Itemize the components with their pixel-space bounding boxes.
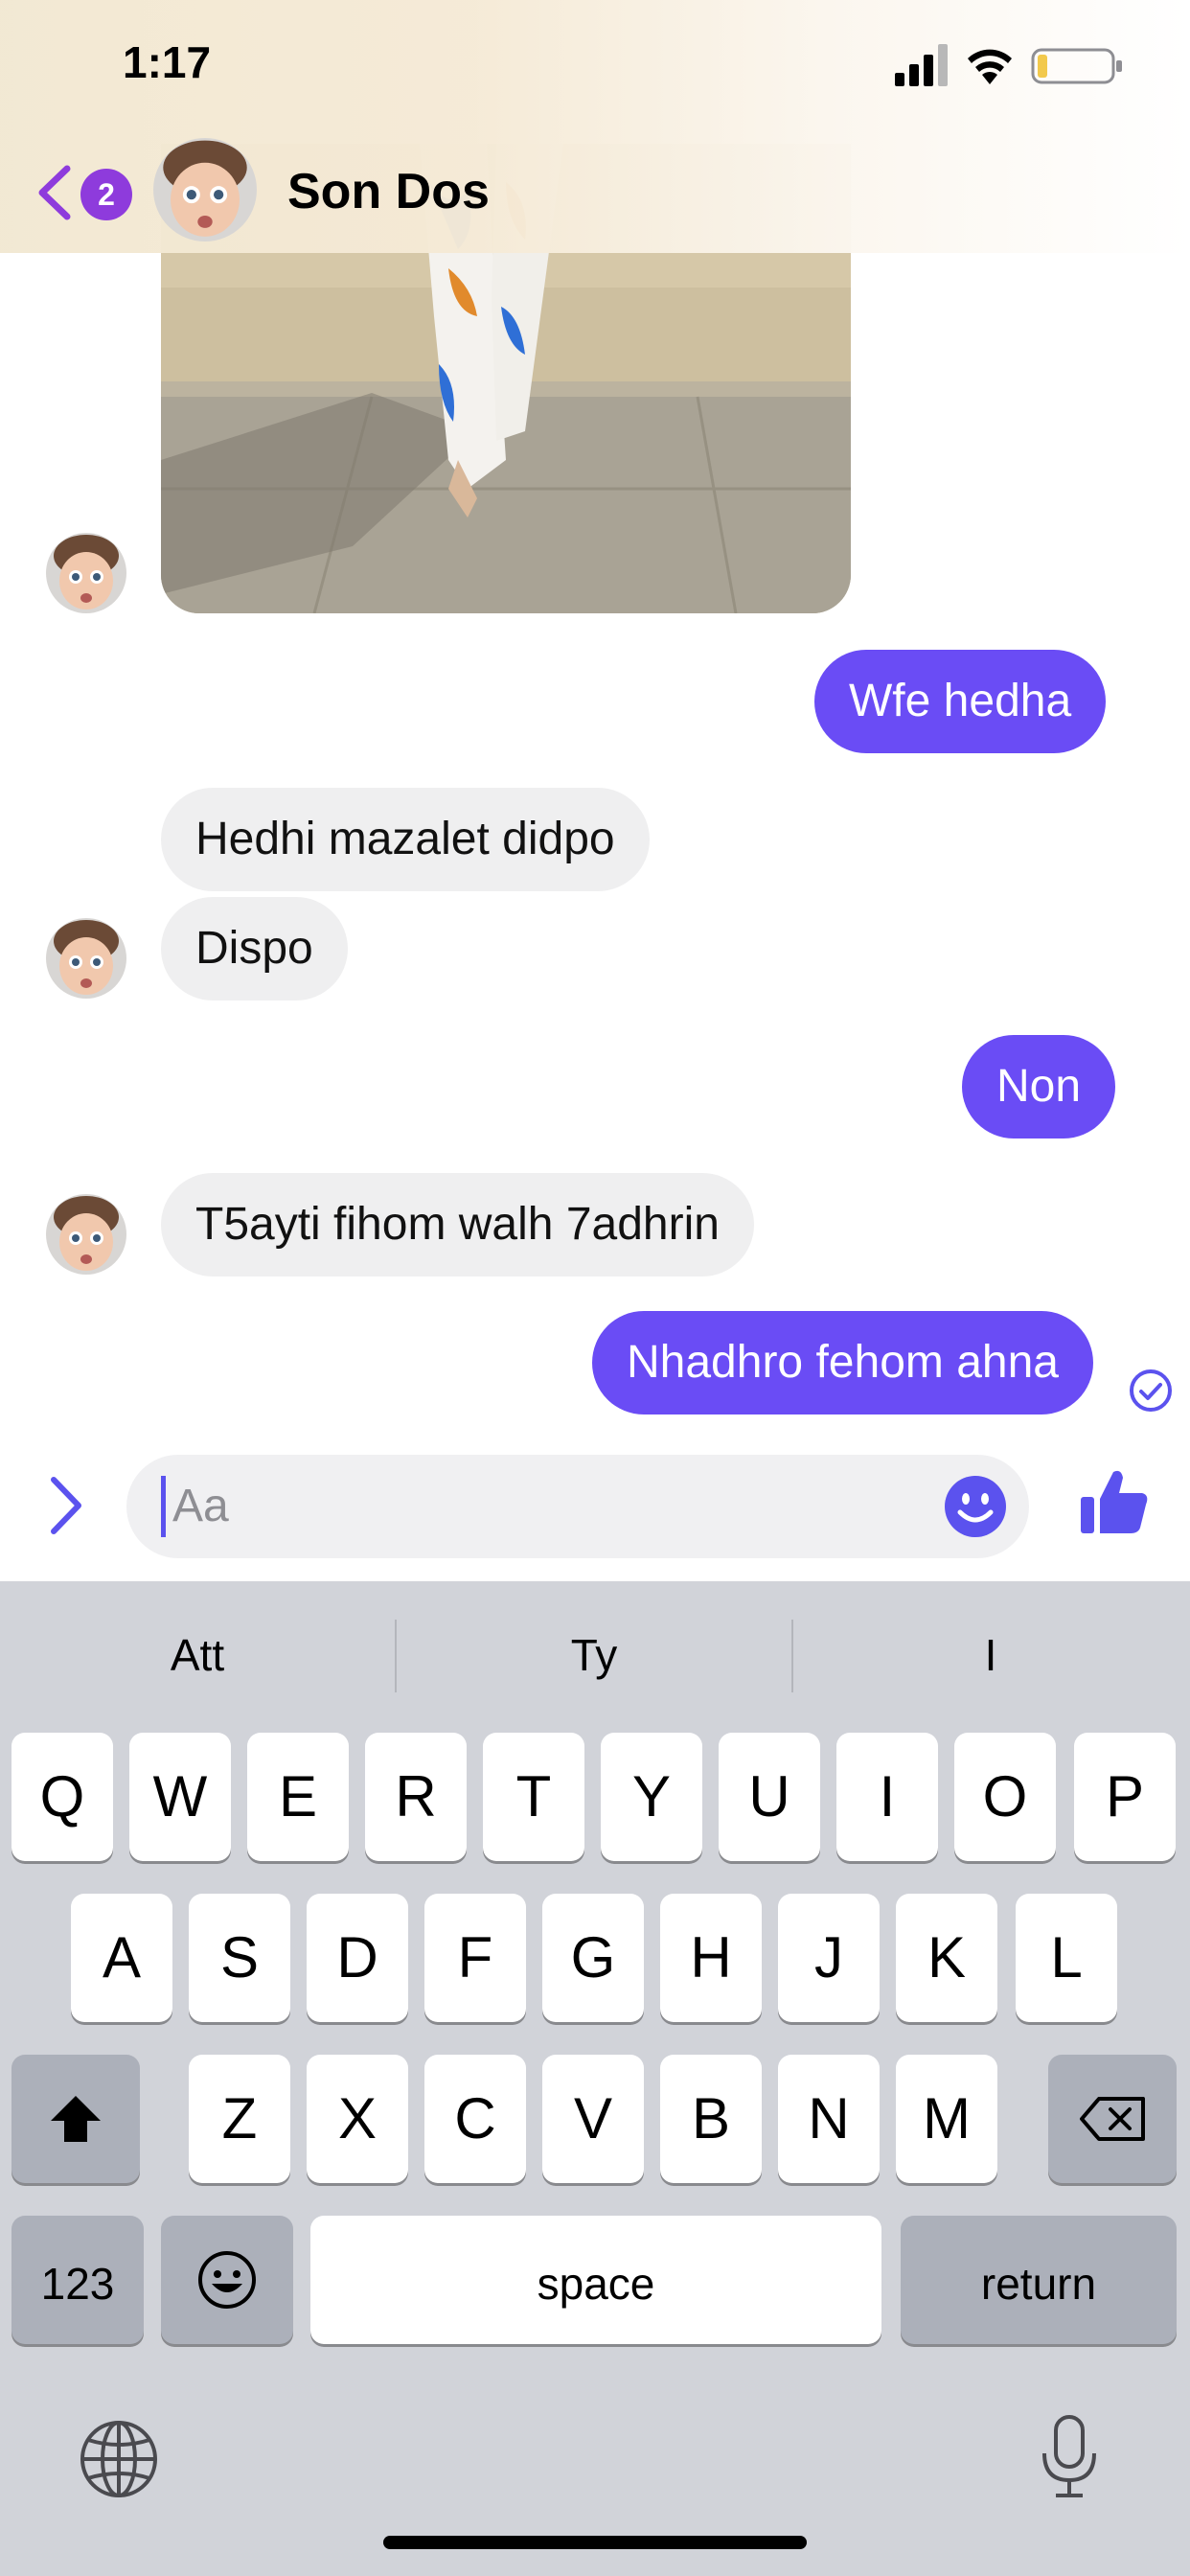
suggestion-item[interactable]: I — [793, 1620, 1188, 1690]
key-g[interactable]: G — [542, 1894, 644, 2022]
message-input[interactable]: Aa — [126, 1455, 1029, 1558]
battery-icon — [1031, 48, 1122, 84]
baby-avatar-image — [153, 138, 257, 242]
globe-icon[interactable] — [79, 2419, 159, 2499]
emoji-face-icon — [198, 2251, 256, 2309]
status-time: 1:17 — [123, 37, 212, 87]
outgoing-message[interactable]: Non — [962, 1035, 1116, 1138]
space-key-label: space — [537, 2259, 655, 2309]
key-c[interactable]: C — [424, 2055, 526, 2183]
numbers-key[interactable]: 123 — [11, 2216, 144, 2344]
microphone-icon[interactable] — [1039, 2413, 1100, 2499]
predictive-suggestions: Att Ty I — [0, 1581, 1190, 1725]
status-bar: 1:17 — [0, 0, 1190, 134]
shift-key[interactable] — [11, 2055, 140, 2183]
shift-arrow-icon — [51, 2096, 101, 2142]
message-composer: Aa — [0, 1438, 1190, 1581]
incoming-message[interactable]: Hedhi mazalet didpo — [161, 788, 650, 891]
key-n[interactable]: N — [778, 2055, 880, 2183]
key-e[interactable]: E — [247, 1733, 349, 1861]
key-i[interactable]: I — [836, 1733, 938, 1861]
key-u[interactable]: U — [719, 1733, 820, 1861]
key-f[interactable]: F — [424, 1894, 526, 2022]
baby-avatar-image — [46, 918, 126, 999]
outgoing-message[interactable]: Wfe hedha — [814, 650, 1107, 753]
wifi-icon — [968, 49, 1012, 84]
key-a[interactable]: A — [71, 1894, 172, 2022]
suggestion-item[interactable]: Ty — [397, 1620, 791, 1690]
header-avatar[interactable] — [153, 138, 257, 242]
return-key-label: return — [980, 2259, 1097, 2309]
input-placeholder: Aa — [172, 1481, 229, 1531]
contact-avatar[interactable] — [46, 533, 126, 613]
key-k[interactable]: K — [896, 1894, 997, 2022]
emoji-icon[interactable] — [943, 1474, 1008, 1539]
contact-avatar[interactable] — [46, 918, 126, 999]
return-key[interactable]: return — [901, 2216, 1177, 2344]
chevron-left-icon — [38, 165, 71, 220]
space-key[interactable]: space — [310, 2216, 881, 2344]
backspace-icon — [1080, 2097, 1145, 2141]
text-caret — [161, 1476, 166, 1537]
contact-avatar[interactable] — [46, 1194, 126, 1275]
home-indicator[interactable] — [383, 2536, 807, 2549]
key-y[interactable]: Y — [601, 1733, 702, 1861]
suggestion-item[interactable]: Att — [0, 1620, 395, 1690]
key-t[interactable]: T — [483, 1733, 584, 1861]
key-d[interactable]: D — [307, 1894, 408, 2022]
baby-avatar-image — [46, 1194, 126, 1275]
key-j[interactable]: J — [778, 1894, 880, 2022]
key-s[interactable]: S — [189, 1894, 290, 2022]
key-r[interactable]: R — [365, 1733, 467, 1861]
contact-name[interactable]: Son Dos — [287, 163, 490, 220]
chevron-right-icon[interactable] — [46, 1474, 86, 1537]
incoming-message[interactable]: T5ayti fihom walh 7adhrin — [161, 1173, 754, 1276]
incoming-message[interactable]: Dispo — [161, 897, 348, 1000]
thumbs-up-icon[interactable] — [1079, 1466, 1150, 1537]
key-w[interactable]: W — [129, 1733, 231, 1861]
key-x[interactable]: X — [307, 2055, 408, 2183]
key-p[interactable]: P — [1074, 1733, 1176, 1861]
emoji-keyboard-key[interactable] — [161, 2216, 293, 2344]
key-h[interactable]: H — [660, 1894, 762, 2022]
keyboard: Att Ty I Q W E R T Y U I O P A S D F G H… — [0, 1581, 1190, 2576]
key-b[interactable]: B — [660, 2055, 762, 2183]
read-receipt-icon — [1130, 1369, 1172, 1412]
chat-header: 2 Son Dos — [0, 134, 1190, 253]
key-o[interactable]: O — [954, 1733, 1056, 1861]
status-icons — [895, 44, 1125, 86]
outgoing-message[interactable]: Nhadhro fehom ahna — [592, 1311, 1093, 1414]
key-v[interactable]: V — [542, 2055, 644, 2183]
baby-avatar-image — [46, 533, 126, 613]
key-z[interactable]: Z — [189, 2055, 290, 2183]
key-l[interactable]: L — [1016, 1894, 1117, 2022]
key-m[interactable]: M — [896, 2055, 997, 2183]
cellular-signal-icon — [895, 44, 948, 86]
key-q[interactable]: Q — [11, 1733, 113, 1861]
back-button[interactable]: 2 — [34, 157, 132, 226]
unread-count-badge: 2 — [80, 169, 132, 220]
numbers-key-label: 123 — [40, 2259, 115, 2309]
delete-key[interactable] — [1048, 2055, 1177, 2183]
